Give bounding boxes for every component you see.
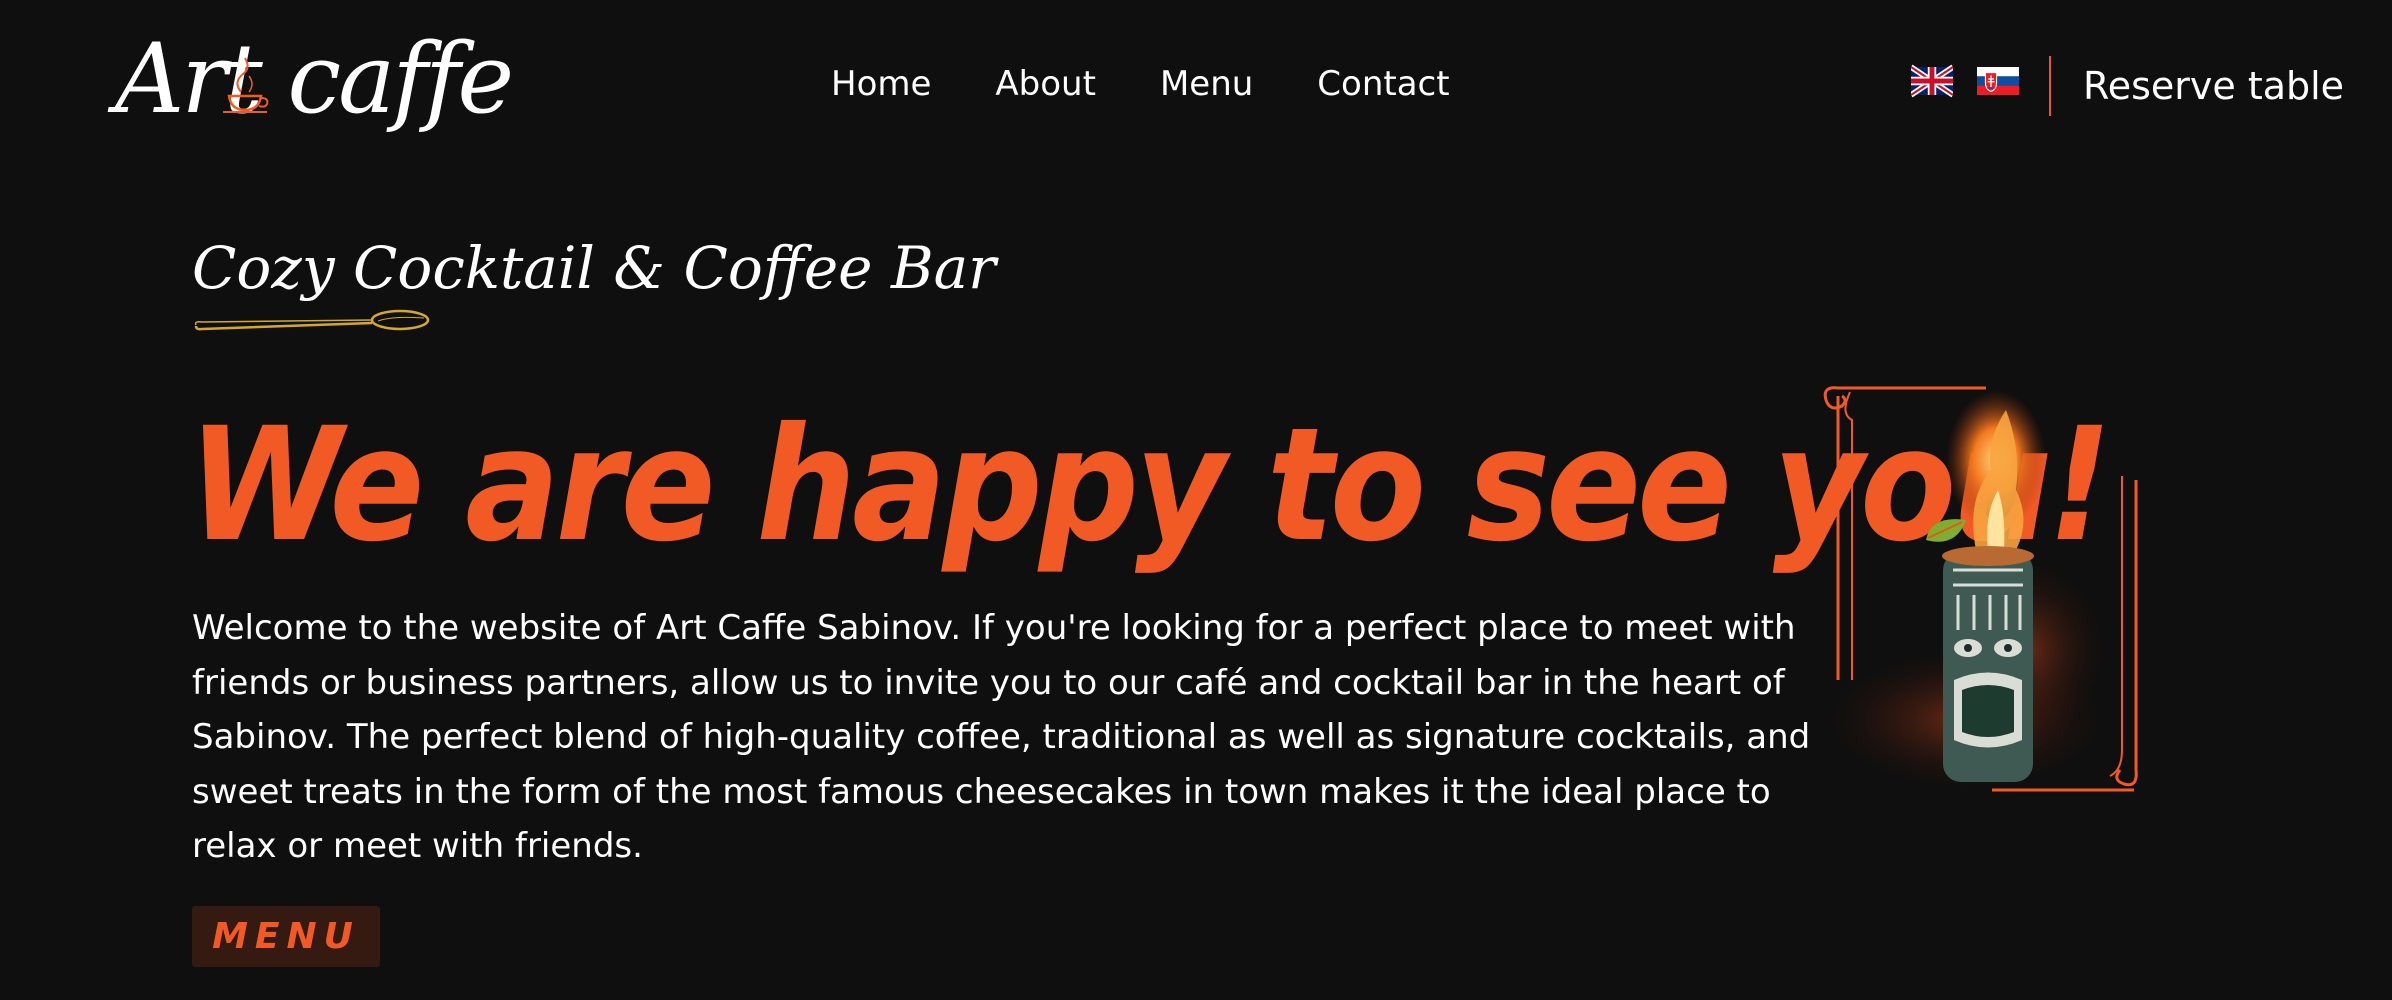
- uk-flag-icon[interactable]: [1911, 64, 1953, 98]
- nav-contact[interactable]: Contact: [1317, 60, 1449, 108]
- logo-text: Art caffe: [115, 23, 514, 135]
- slovakia-flag-icon[interactable]: [1977, 64, 2019, 98]
- nav-divider: [2049, 56, 2051, 116]
- logo[interactable]: Art caffe: [115, 22, 514, 137]
- main-nav: Home About Menu Contact: [831, 60, 1450, 108]
- menu-button[interactable]: MENU: [192, 906, 380, 967]
- flaming-tiki-cocktail-image: [1823, 386, 2138, 792]
- site-header: Art caffe Home About Menu Contact Reserv…: [0, 0, 2392, 175]
- hero-subtitle: Cozy Cocktail & Coffee Bar: [192, 234, 996, 302]
- bar-spoon-icon: [194, 309, 430, 331]
- hero-intro-text: Welcome to the website of Art Caffe Sabi…: [192, 608, 1811, 866]
- nav-menu[interactable]: Menu: [1160, 60, 1253, 108]
- reserve-table-link[interactable]: Reserve table: [2083, 60, 2344, 112]
- coffee-cup-icon: [223, 57, 269, 113]
- nav-home[interactable]: Home: [831, 60, 931, 108]
- nav-about[interactable]: About: [995, 60, 1096, 108]
